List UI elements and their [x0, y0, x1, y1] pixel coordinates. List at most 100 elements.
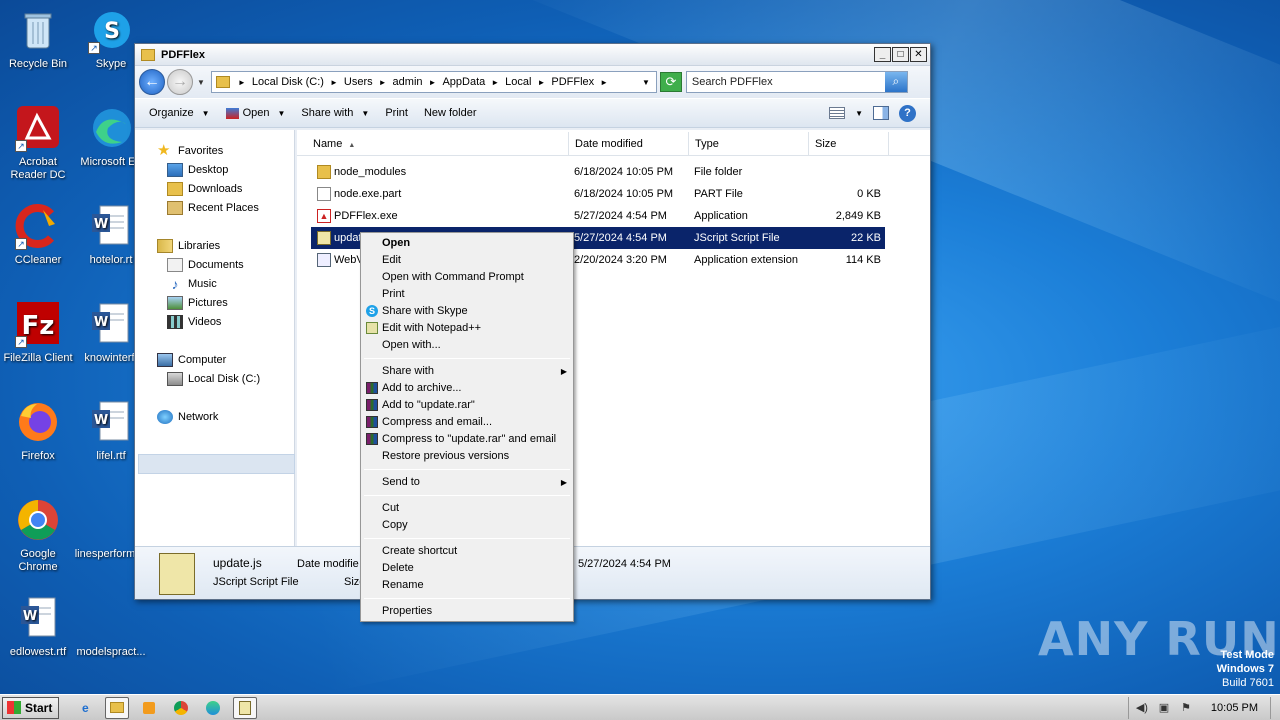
open-button[interactable]: Open ▼	[225, 107, 285, 119]
nav-favorites[interactable]: ★ Favorites	[157, 143, 223, 158]
network-tray-icon[interactable]: ▣	[1157, 701, 1171, 715]
windows-explorer-icon[interactable]	[105, 696, 130, 719]
views-icon[interactable]	[829, 107, 846, 119]
chevron-right-icon[interactable]: ►	[379, 78, 387, 87]
menu-item-compress-and-email[interactable]: Compress and email...	[361, 414, 573, 431]
new-folder-button[interactable]: New folder	[424, 107, 477, 119]
filezilla-icon: Fz ↗	[15, 302, 61, 348]
chevron-right-icon[interactable]: ►	[600, 78, 608, 87]
documents-icon	[167, 258, 183, 272]
chevron-right-icon[interactable]: ►	[429, 78, 437, 87]
media-player-icon[interactable]	[137, 697, 161, 719]
nav-videos[interactable]: Videos	[167, 315, 221, 329]
chevron-right-icon[interactable]: ►	[238, 78, 246, 87]
desktop-icon-linesperform[interactable]: linesperform	[67, 498, 143, 561]
nav-music[interactable]: ♪ Music	[167, 277, 217, 291]
menu-item-open-with[interactable]: Open with...	[361, 337, 573, 354]
nav-downloads[interactable]: Downloads	[167, 182, 242, 196]
column-header-size[interactable]: Size	[809, 132, 889, 156]
help-icon[interactable]: ?	[899, 104, 916, 122]
breadcrumb-local[interactable]: Local	[505, 76, 531, 88]
menu-item-rename[interactable]: Rename	[361, 577, 573, 594]
menu-item-add-to-update-rar[interactable]: Add to "update.rar"	[361, 397, 573, 414]
menu-item-create-shortcut[interactable]: Create shortcut	[361, 543, 573, 560]
desktop-icon-modelspract[interactable]: modelspract...	[73, 596, 149, 659]
flag-icon[interactable]: ⚑	[1179, 701, 1193, 715]
menu-item-open-with-command-prompt[interactable]: Open with Command Prompt	[361, 269, 573, 286]
column-header-name[interactable]: Name ▲	[307, 132, 569, 156]
start-button[interactable]: Start	[2, 696, 60, 719]
nav-documents[interactable]: Documents	[167, 258, 244, 272]
nav-pictures[interactable]: Pictures	[167, 296, 228, 310]
menu-item-send-to[interactable]: Send to ▶	[361, 474, 573, 491]
chevron-right-icon[interactable]: ►	[537, 78, 545, 87]
script-host-icon[interactable]	[233, 696, 258, 719]
nav-desktop[interactable]: Desktop	[167, 163, 228, 177]
menu-item-edit[interactable]: Edit	[361, 252, 573, 269]
search-input[interactable]: Search PDFFlex ⌕	[685, 71, 908, 93]
back-button[interactable]: ←	[139, 69, 165, 95]
nav-computer[interactable]: Computer	[157, 353, 226, 367]
blank-file-icon	[82, 498, 128, 544]
column-header-date[interactable]: Date modified	[569, 132, 689, 156]
desktop-icon-recycle-bin[interactable]: Recycle Bin	[0, 8, 76, 71]
menu-item-print[interactable]: Print	[361, 286, 573, 303]
recent-pages-dropdown[interactable]: ▼	[197, 78, 205, 87]
chevron-right-icon[interactable]: ►	[491, 78, 499, 87]
menu-item-add-to-archive[interactable]: Add to archive...	[361, 380, 573, 397]
column-header-type[interactable]: Type	[689, 132, 809, 156]
menu-item-delete[interactable]: Delete	[361, 560, 573, 577]
menu-item-copy[interactable]: Copy	[361, 517, 573, 534]
clock[interactable]: 10:05 PM	[1211, 702, 1258, 714]
menu-item-cut[interactable]: Cut	[361, 500, 573, 517]
show-desktop-button[interactable]	[1270, 696, 1280, 719]
share-with-button[interactable]: Share with ▼	[301, 107, 369, 119]
nav-libraries[interactable]: Libraries	[157, 239, 220, 253]
minimize-button[interactable]: _	[874, 47, 891, 62]
chrome-icon[interactable]	[169, 697, 193, 719]
breadcrumb-pdfflex[interactable]: PDFFlex	[551, 76, 594, 88]
table-row[interactable]: node_modules 6/18/2024 10:05 PM File fol…	[311, 161, 885, 183]
desktop-icon-label: edlowest.rtf	[9, 646, 67, 658]
menu-item-compress-to-update-rar-and-email[interactable]: Compress to "update.rar" and email	[361, 431, 573, 448]
desktop-icon-chrome[interactable]: Google Chrome	[0, 498, 76, 574]
chevron-down-icon[interactable]: ▼	[855, 109, 863, 118]
search-icon[interactable]: ⌕	[884, 72, 907, 92]
menu-item-properties[interactable]: Properties	[361, 603, 573, 620]
desktop-icon-edlowest[interactable]: W edlowest.rtf	[0, 596, 76, 659]
refresh-button[interactable]: ⟳	[659, 72, 682, 92]
nav-network[interactable]: Network	[157, 410, 218, 424]
internet-explorer-icon[interactable]: e	[73, 697, 97, 719]
menu-item-edit-with-notepad-plus-plus[interactable]: Edit with Notepad++	[361, 320, 573, 337]
table-row[interactable]: node.exe.part 6/18/2024 10:05 PM PART Fi…	[311, 183, 885, 205]
breadcrumb-users[interactable]: Users	[344, 76, 373, 88]
close-button[interactable]: ✕	[910, 47, 927, 62]
maximize-button[interactable]: □	[892, 47, 909, 62]
desktop-icon-filezilla[interactable]: Fz ↗ FileZilla Client	[0, 302, 76, 365]
menu-item-open[interactable]: Open	[361, 235, 573, 252]
dll-icon	[317, 253, 331, 267]
breadcrumb-admin[interactable]: admin	[393, 76, 423, 88]
address-bar[interactable]: ► Local Disk (C:) ► Users ► admin ► AppD…	[210, 71, 657, 93]
column-label: Name	[313, 138, 343, 150]
table-row[interactable]: ▲ PDFFlex.exe 5/27/2024 4:54 PM Applicat…	[311, 205, 885, 227]
nav-local-disk[interactable]: Local Disk (C:)	[167, 372, 260, 386]
print-button[interactable]: Print	[385, 107, 408, 119]
nav-recent-places[interactable]: Recent Places	[167, 201, 259, 215]
breadcrumb-local-disk[interactable]: Local Disk (C:)	[252, 76, 324, 88]
menu-item-share-with-skype[interactable]: S Share with Skype	[361, 303, 573, 320]
desktop-icon-acrobat[interactable]: ↗ Acrobat Reader DC	[0, 106, 76, 182]
desktop-icon-ccleaner[interactable]: ↗ CCleaner	[0, 204, 76, 267]
menu-item-restore-previous-versions[interactable]: Restore previous versions	[361, 448, 573, 465]
preview-pane-icon[interactable]	[873, 106, 889, 120]
forward-button[interactable]: →	[167, 69, 193, 95]
desktop-icon-firefox[interactable]: Firefox	[0, 400, 76, 463]
address-dropdown-icon[interactable]: ▼	[642, 78, 650, 87]
organize-button[interactable]: Organize ▼	[149, 107, 210, 119]
menu-item-share-with[interactable]: Share with ▶	[361, 363, 573, 380]
title-bar[interactable]: PDFFlex _ □ ✕	[135, 44, 930, 66]
chevron-right-icon[interactable]: ►	[330, 78, 338, 87]
speaker-icon[interactable]: ◀)	[1135, 701, 1149, 715]
edge-icon[interactable]	[201, 697, 225, 719]
breadcrumb-appdata[interactable]: AppData	[442, 76, 485, 88]
